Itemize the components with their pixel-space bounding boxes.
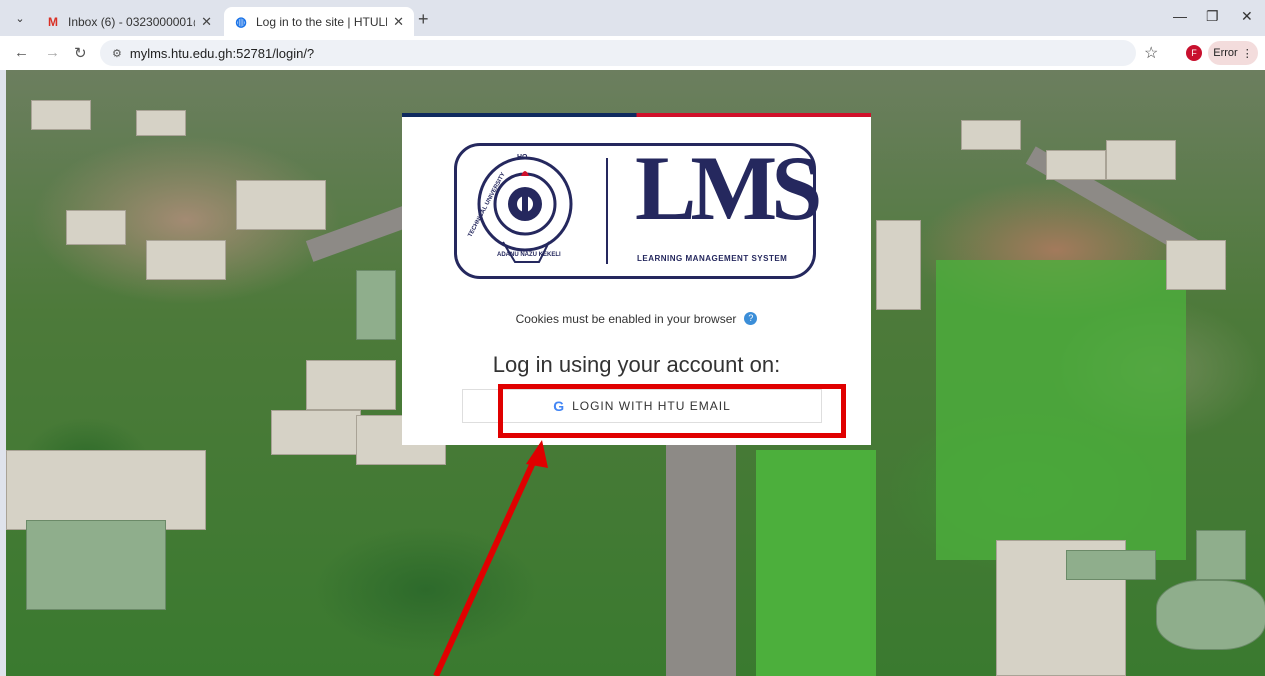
annotation-arrow [433,440,548,676]
